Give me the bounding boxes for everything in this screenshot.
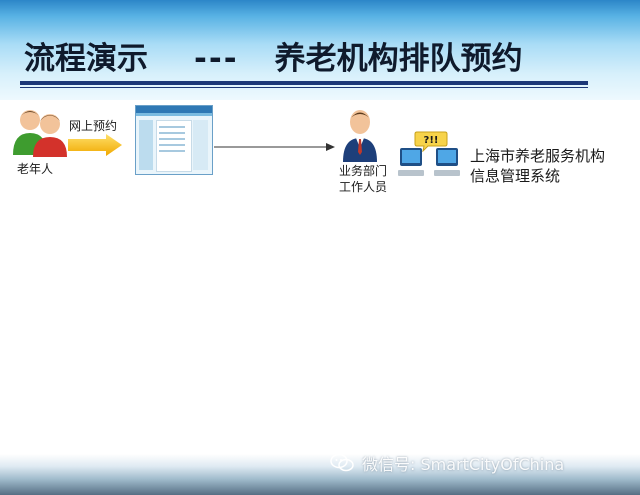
- worker-label-line1: 业务部门: [338, 164, 387, 178]
- page-title: 流程演示 --- 养老机构排队预约: [24, 41, 523, 77]
- arrow-right-icon: [68, 134, 122, 156]
- title-dash: ---: [194, 41, 239, 77]
- arrow-label: 网上预约: [69, 119, 118, 133]
- title-rule-thin: [20, 87, 588, 88]
- title-subject: 养老机构排队预约: [274, 41, 523, 77]
- speech-bubble: ?!!: [414, 131, 448, 152]
- title-main: 流程演示: [24, 41, 148, 77]
- elders-icon: [13, 110, 67, 157]
- watermark-text: 微信号: SmartCityOfChina: [362, 455, 565, 474]
- system-name: 上海市养老服务机构信息管理系统: [470, 147, 606, 185]
- website-thumbnail: [135, 105, 213, 175]
- wechat-icon: [330, 453, 354, 472]
- title-rule: [20, 81, 588, 85]
- worker-label: 业务部门 工作人员: [332, 163, 394, 195]
- elder-label: 老年人: [17, 162, 54, 176]
- worker-icon: [343, 110, 377, 162]
- bubble-text: ?!!: [424, 135, 439, 146]
- watermark: 微信号: SmartCityOfChina: [330, 452, 564, 474]
- worker-label-line2: 工作人员: [338, 180, 387, 194]
- flow-connector-arrow: [214, 143, 335, 151]
